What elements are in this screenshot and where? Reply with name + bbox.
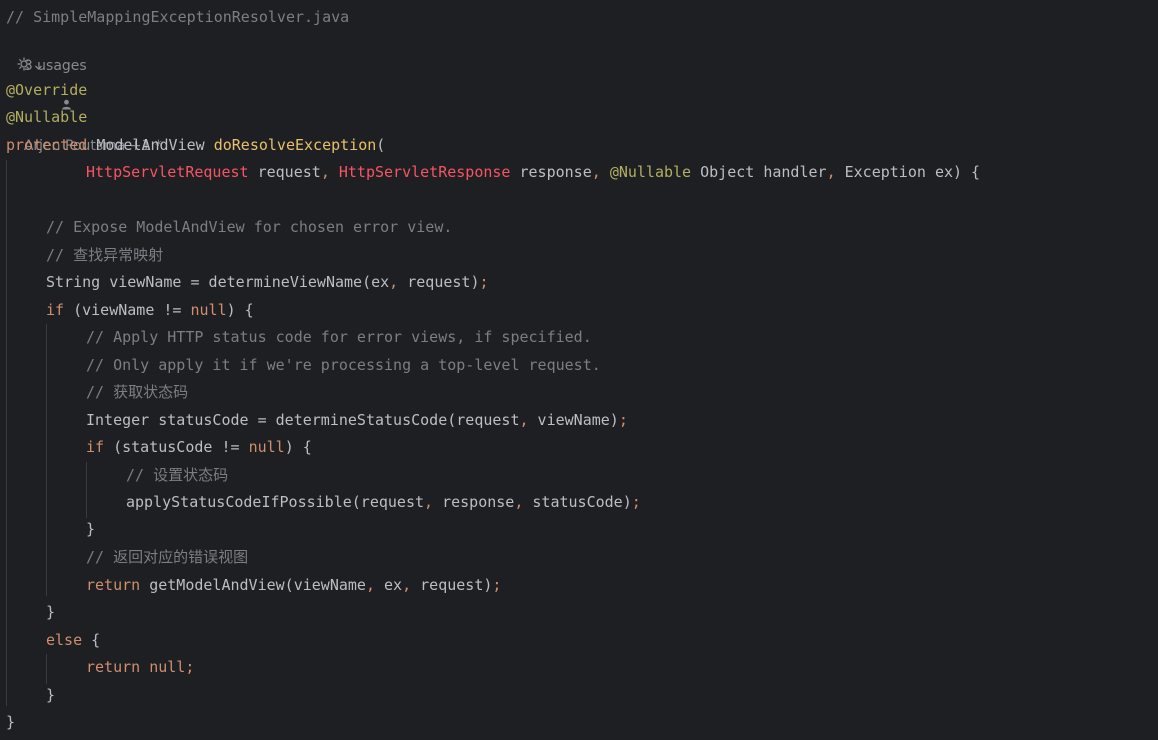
comment-get-status: // 获取状态码 (86, 383, 189, 401)
semicolon: ; (618, 411, 628, 429)
param-request-type[interactable]: HttpServletRequest (86, 163, 249, 181)
param-handler-annotation: @Nullable (609, 163, 692, 181)
ai-assistant-icon (16, 56, 32, 76)
close-brace: } (86, 520, 96, 538)
keyword-return: return (86, 576, 141, 594)
parameters-line: HttpServletRequest request, HttpServletR… (86, 161, 980, 183)
return-null-line: return null; (86, 656, 194, 678)
get-mav-arg-request: request) (420, 576, 493, 594)
comma: , (514, 493, 524, 511)
if-view-name-line: if (viewName != null) { (46, 299, 254, 321)
close-brace: } (6, 713, 16, 731)
comment-apply-status: // Apply HTTP status code for error view… (86, 328, 592, 346)
apply-status-line: applyStatusCodeIfPossible(request, respo… (126, 491, 641, 513)
keyword-null: null (149, 658, 186, 676)
apply-arg-status: statusCode) (532, 493, 632, 511)
else-open-brace: { (91, 631, 101, 649)
close-brace: } (46, 686, 56, 704)
comma: , (826, 163, 836, 181)
comment-return-view: // 返回对应的错误视图 (86, 548, 249, 566)
semicolon: ; (185, 658, 195, 676)
status-code-arg: viewName) (537, 411, 619, 429)
keyword-null: null (190, 301, 227, 319)
method-name[interactable]: doResolveException (214, 136, 377, 154)
comma: , (591, 163, 601, 181)
code-editor[interactable]: // SimpleMappingExceptionResolver.java 3… (0, 0, 1158, 740)
comment-only-apply: // Only apply it if we're processing a t… (86, 356, 601, 374)
annotation-nullable: @Nullable (6, 108, 88, 126)
indent-guide (6, 160, 7, 706)
comma: , (365, 576, 375, 594)
get-mav-arg-ex: ex (384, 576, 403, 594)
keyword-null: null (248, 438, 285, 456)
keyword-if: if (46, 301, 65, 319)
indent-guide (46, 654, 47, 684)
comma: , (424, 493, 434, 511)
keyword-if: if (86, 438, 105, 456)
indent-guide (46, 324, 47, 596)
inlay-hints: 3 usages Arjen Poutsma +1 * (6, 36, 162, 154)
semicolon: ; (492, 576, 502, 594)
get-mav-call: getModelAndView(viewName (149, 576, 366, 594)
keyword-else: else (46, 631, 83, 649)
annotation-override: @Override (6, 81, 88, 99)
else-line: else { (46, 629, 100, 651)
file-name-comment: // SimpleMappingExceptionResolver.java (6, 8, 350, 26)
method-signature-line: protected ModelAndView doResolveExceptio… (6, 134, 385, 156)
semicolon: ; (479, 273, 489, 291)
chevron-down-icon (34, 57, 43, 76)
comment-expose: // Expose ModelAndView for chosen error … (46, 218, 453, 236)
param-handler-name: handler (763, 163, 827, 181)
return-mav-line: return getModelAndView(viewName, ex, req… (86, 574, 501, 596)
param-response-type[interactable]: HttpServletResponse (339, 163, 511, 181)
apply-call: applyStatusCodeIfPossible(request (126, 493, 425, 511)
keyword-protected: protected (6, 136, 88, 154)
comment-find-mapping: // 查找异常映射 (46, 246, 164, 264)
comma: , (389, 273, 399, 291)
return-type: ModelAndView (96, 136, 205, 154)
comma: , (519, 411, 529, 429)
comma: , (402, 576, 412, 594)
if-status-code-line: if (statusCode != null) { (86, 436, 312, 458)
param-response-name: response (519, 163, 592, 181)
param-ex-type: Exception (844, 163, 926, 181)
open-paren: ( (376, 136, 386, 154)
ai-assistant-toggle[interactable] (16, 56, 43, 76)
param-handler-type: Object (700, 163, 755, 181)
if-condition: (statusCode != (113, 438, 249, 456)
if-open-brace: ) { (284, 438, 312, 456)
if-condition: (viewName != (73, 301, 191, 319)
if-open-brace: ) { (226, 301, 254, 319)
apply-arg-response: response (442, 493, 515, 511)
view-name-assign: String viewName = determineViewName(ex (46, 273, 390, 291)
param-request-name: request (257, 163, 321, 181)
indent-guide (86, 462, 87, 518)
status-code-assign: Integer statusCode = determineStatusCode… (86, 411, 520, 429)
close-brace: } (46, 603, 56, 621)
semicolon: ; (631, 493, 641, 511)
comma: , (320, 163, 330, 181)
view-name-arg: request) (407, 273, 480, 291)
comment-set-status: // 设置状态码 (126, 466, 229, 484)
keyword-return: return (86, 658, 141, 676)
status-code-line: Integer statusCode = determineStatusCode… (86, 409, 628, 431)
view-name-line: String viewName = determineViewName(ex, … (46, 271, 489, 293)
param-ex-tail: ex) { (934, 163, 981, 181)
